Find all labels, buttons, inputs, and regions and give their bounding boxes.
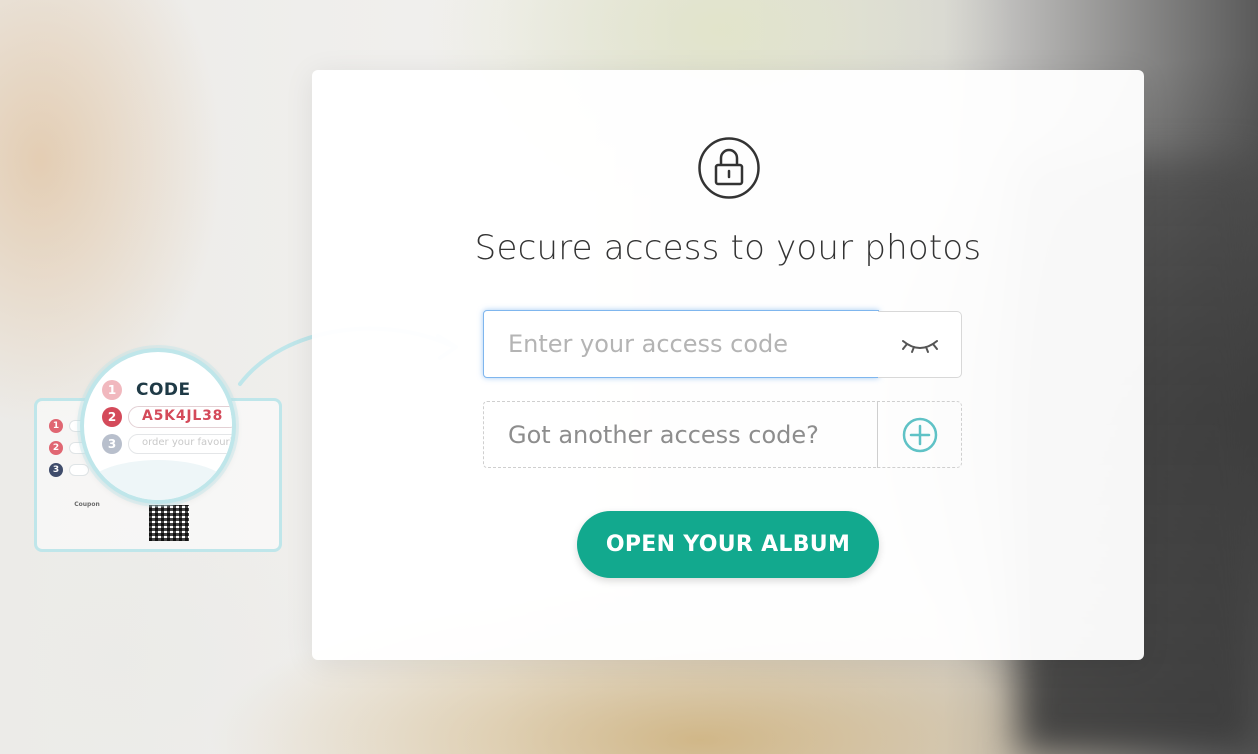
magnifier-code-value: A5K4JL38 (142, 408, 224, 424)
coupon-step-1: 1 (49, 419, 63, 433)
lock-icon (698, 137, 760, 199)
coupon-line (69, 464, 89, 476)
qr-code-icon (149, 505, 189, 541)
add-code-button[interactable] (877, 401, 962, 468)
magnifier-wave (84, 460, 232, 500)
open-album-button[interactable]: OPEN YOUR ALBUM (577, 511, 879, 578)
coupon-step-2: 2 (49, 441, 63, 455)
access-code-modal: Secure access to your photos OPEN YOUR A… (312, 70, 1144, 660)
coupon-step-3: 3 (49, 463, 63, 477)
coupon-footer: Coupon (49, 501, 125, 545)
magnifier-code-label: CODE (136, 380, 191, 400)
another-code-row (483, 401, 962, 469)
eye-closed-icon (901, 339, 938, 353)
magnifier-step-1: 1 (102, 380, 122, 400)
access-code-input[interactable] (483, 310, 879, 378)
another-code-input[interactable] (483, 401, 878, 468)
access-code-row (483, 310, 962, 378)
toggle-visibility-button[interactable] (878, 311, 962, 378)
magnifier-step-3: 3 (102, 434, 122, 454)
plus-circle-icon (902, 417, 937, 452)
magnifier-illustration: 1 CODE 2 A5K4JL38 3 order your favourite (80, 348, 236, 504)
magnifier-step-2: 2 (102, 407, 122, 427)
coupon-title: Coupon (74, 501, 100, 508)
magnifier-placeholder: order your favourite (142, 437, 236, 448)
page-title: Secure access to your photos (474, 228, 982, 268)
